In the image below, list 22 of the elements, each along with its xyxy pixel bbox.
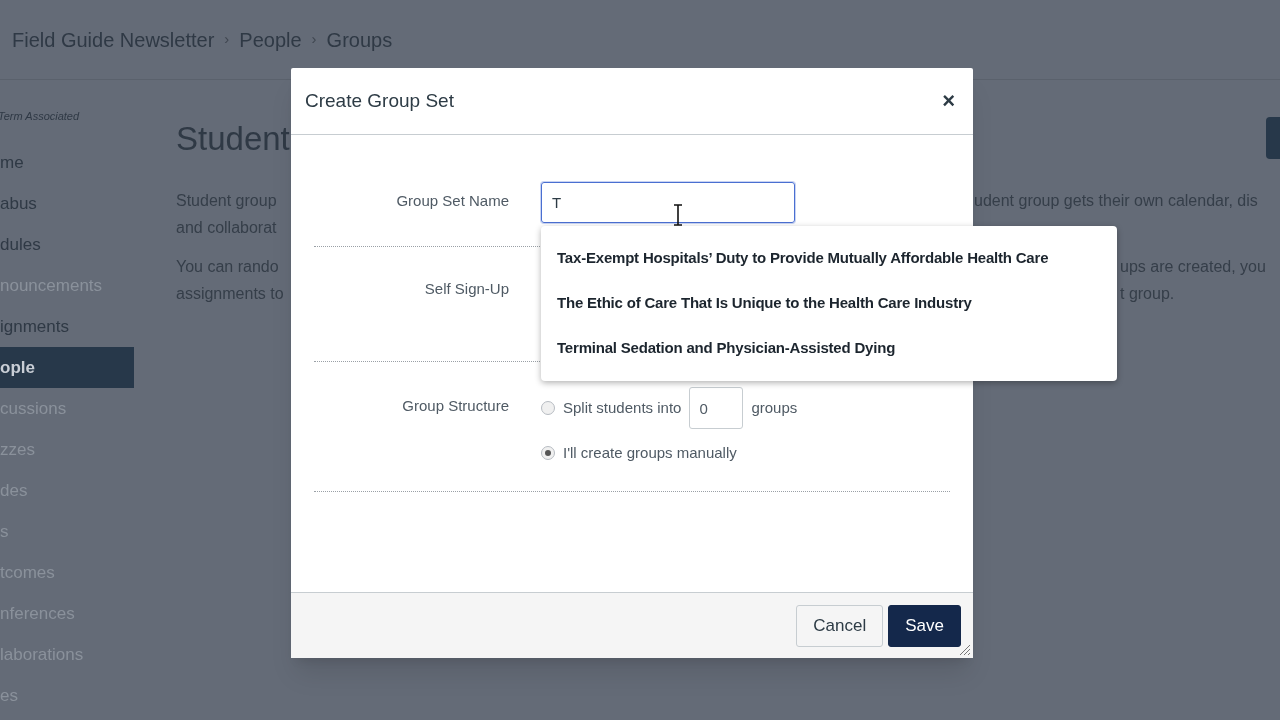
number-field[interactable]: 0	[689, 387, 744, 429]
save-button[interactable]: Save	[888, 604, 961, 647]
close-button[interactable]: ×	[938, 90, 959, 112]
option-label: groups	[751, 397, 798, 418]
resize-grip-icon[interactable]	[959, 644, 971, 656]
text-cursor-icon	[673, 204, 683, 226]
option-label: I'll create groups manually	[563, 442, 737, 463]
field-label: Group Structure	[402, 397, 509, 414]
suggestion-item[interactable]: The Ethic of Care That Is Unique to the Health Care Industry	[541, 281, 1117, 326]
radio-button[interactable]	[541, 401, 555, 415]
input-field[interactable]: T	[541, 182, 795, 223]
dialog-title: Create Group Set	[305, 88, 454, 113]
suggestion-item[interactable]: Tax-Exempt Hospitals’ Duty to Provide Mutually Affordable Health Care	[541, 236, 1117, 281]
cancel-button[interactable]: Cancel	[796, 604, 884, 647]
option-label: Split students into	[563, 397, 682, 418]
breadcrumb-separator: ›	[311, 29, 317, 50]
breadcrumb-separator: ›	[224, 29, 230, 50]
radio-button[interactable]	[541, 446, 555, 460]
sidebar-item[interactable]: ople	[0, 347, 134, 388]
suggestion-item[interactable]: Terminal Sedation and Physician-Assisted Dying	[541, 326, 1117, 371]
field-label: Group Set Name	[396, 192, 509, 209]
field-label: Self Sign-Up	[424, 280, 509, 297]
